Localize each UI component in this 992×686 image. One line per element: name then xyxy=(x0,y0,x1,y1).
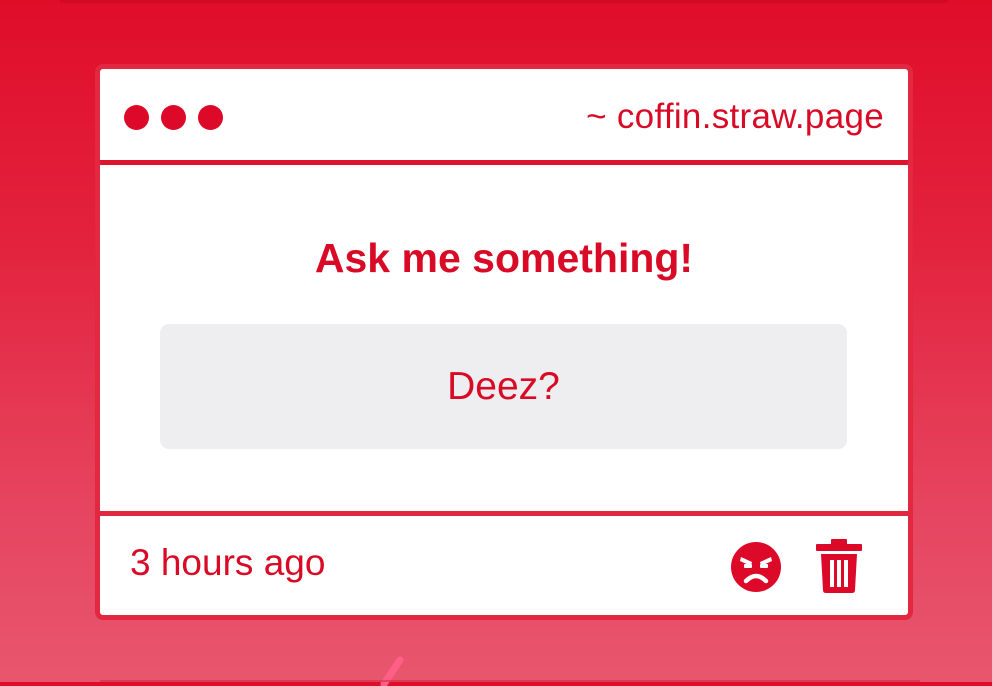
page-title: Ask me something! xyxy=(314,235,694,281)
card-footer: 3 hours ago xyxy=(100,511,908,615)
angry-face-icon xyxy=(731,542,781,592)
window-dot-2 xyxy=(161,105,186,130)
card-content: Ask me something! Deez? xyxy=(100,165,908,511)
trash-icon xyxy=(816,539,862,593)
angry-reaction-button[interactable] xyxy=(730,541,782,593)
page-url: ~ coffin.straw.page xyxy=(586,97,884,136)
window-titlebar: ~ coffin.straw.page xyxy=(100,69,908,165)
question-box: Deez? xyxy=(160,324,847,449)
window-controls xyxy=(124,105,223,130)
question-card: ~ coffin.straw.page Ask me something! De… xyxy=(95,64,913,620)
top-divider xyxy=(60,0,948,3)
timestamp: 3 hours ago xyxy=(130,542,326,583)
window-dot-3 xyxy=(198,105,223,130)
question-text: Deez? xyxy=(447,364,560,408)
delete-button[interactable] xyxy=(816,539,862,593)
window-dot-1 xyxy=(124,105,149,130)
